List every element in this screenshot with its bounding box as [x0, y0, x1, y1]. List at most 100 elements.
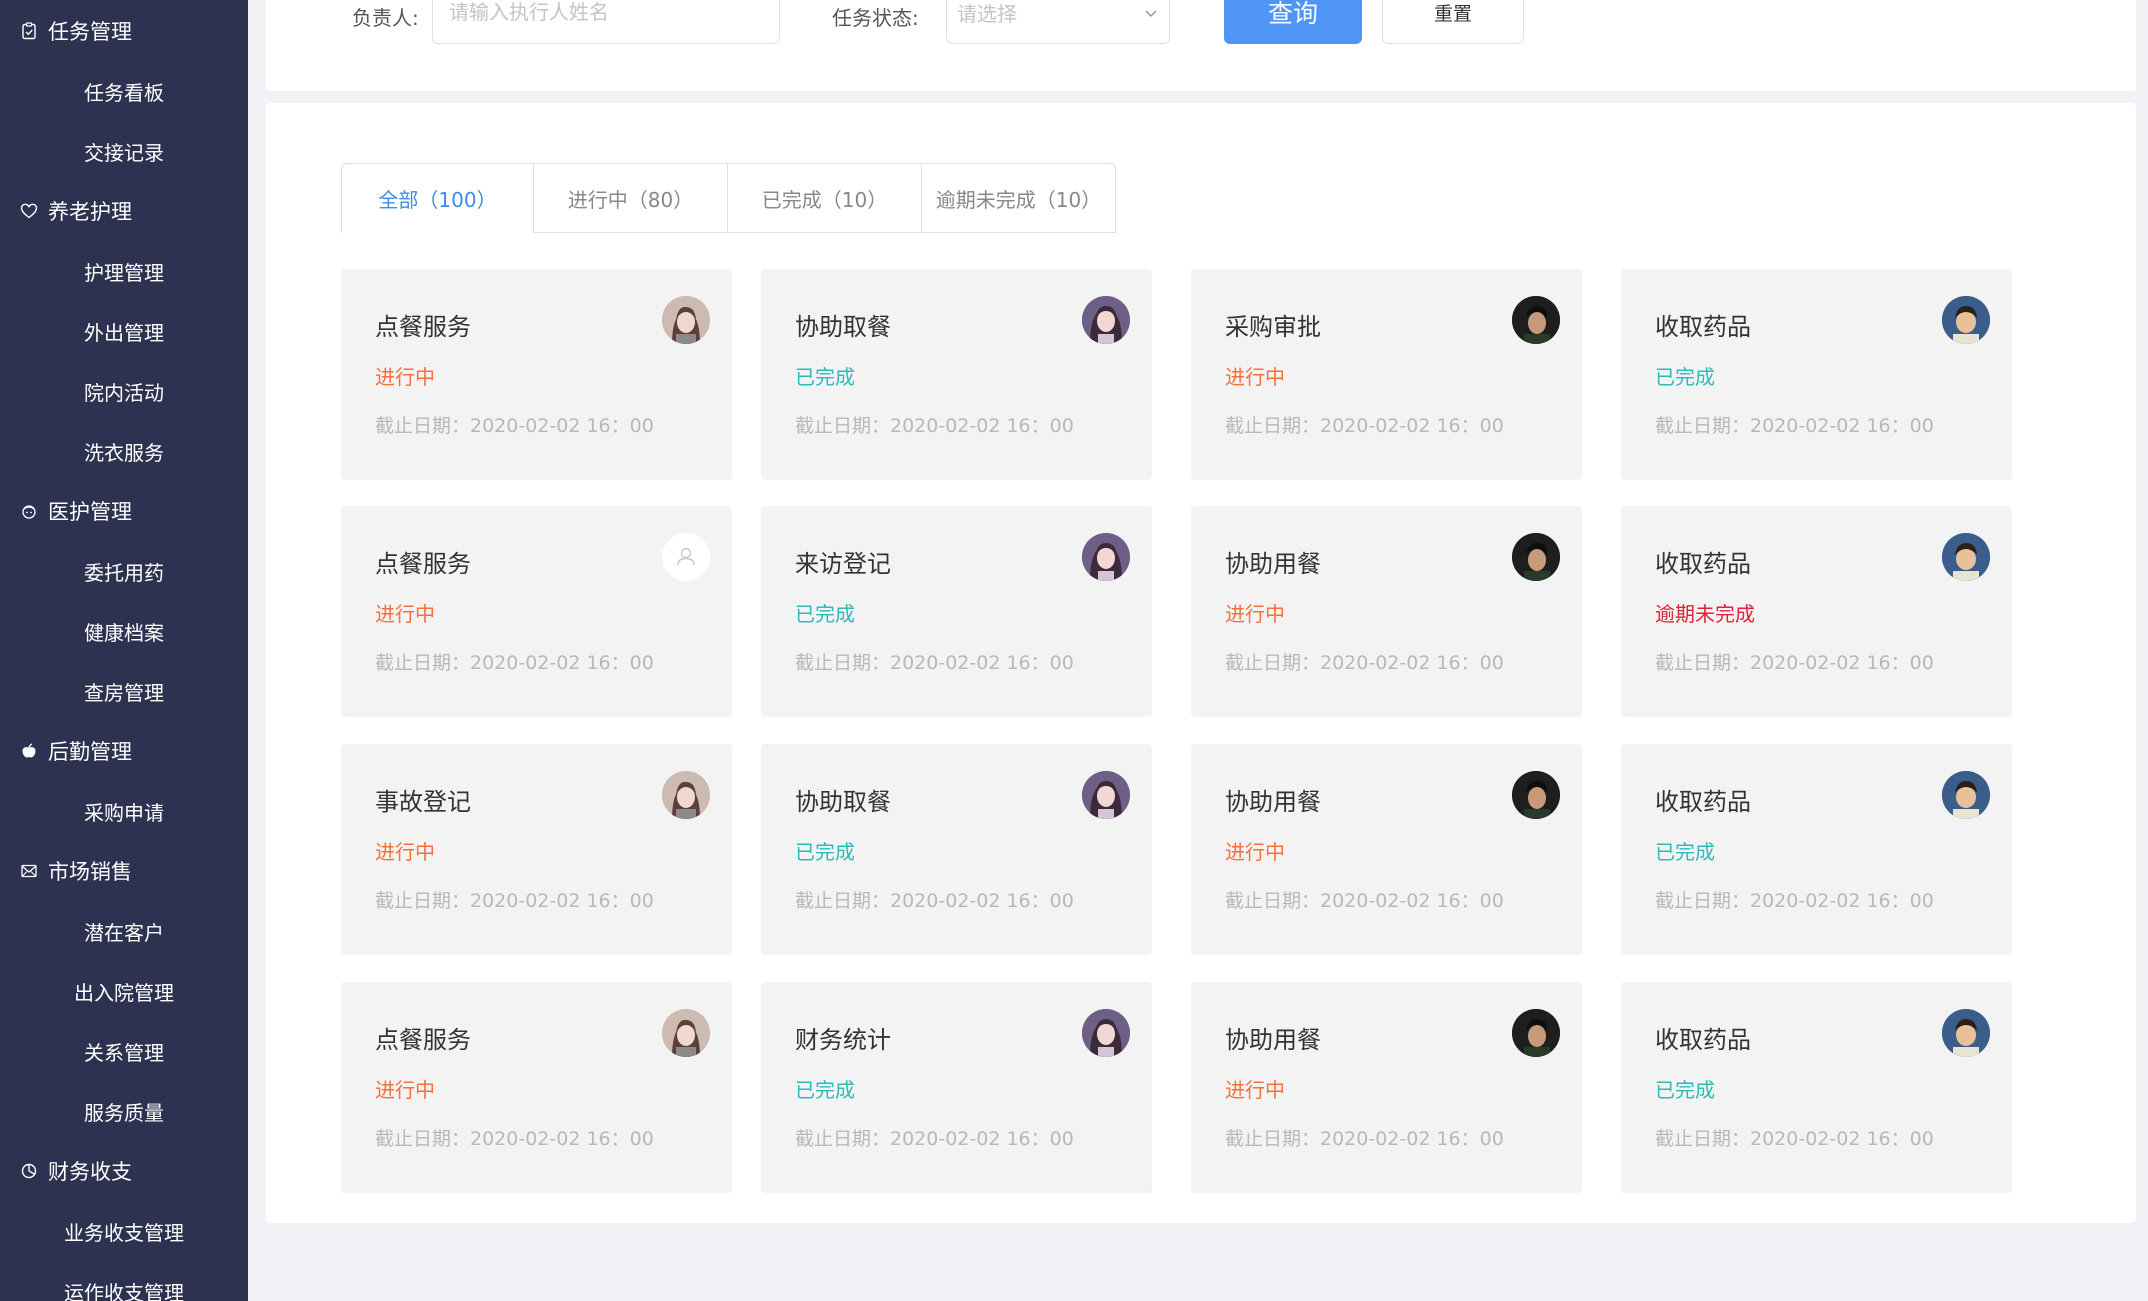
task-deadline: 截止日期：2020-02-02 16：00 — [1225, 890, 1504, 912]
task-card[interactable]: 点餐服务 进行中 截止日期：2020-02-02 16：00 — [341, 982, 732, 1193]
task-card[interactable]: 协助用餐进行中截止日期：2020-02-02 16：00 — [1191, 506, 1582, 717]
task-card[interactable]: 事故登记 进行中 截止日期：2020-02-02 16：00 — [341, 744, 732, 955]
mail-icon — [18, 860, 40, 882]
sidebar-item-entrusted-medication[interactable]: 委托用药 — [0, 548, 248, 594]
task-card[interactable]: 点餐服务 进行中 截止日期：2020-02-02 16：00 — [341, 506, 732, 717]
task-status: 进行中 — [375, 365, 435, 389]
sidebar: 任务管理 任务看板 交接记录 养老护理 护理管理 外出管理 院内活动 洗衣服务 … — [0, 0, 248, 1301]
assignee-avatar — [1942, 296, 1990, 344]
task-deadline: 截止日期：2020-02-02 16：00 — [375, 415, 654, 437]
task-deadline: 截止日期：2020-02-02 16：00 — [1225, 415, 1504, 437]
task-card[interactable]: 协助用餐 进行中 截止日期：2020-02-02 16：00 — [1191, 744, 1582, 955]
sidebar-item-outing-management[interactable]: 外出管理 — [0, 308, 248, 354]
nurse-icon — [18, 500, 40, 522]
task-title: 点餐服务 — [375, 550, 471, 578]
sidebar-item-operations-finance[interactable]: 运作收支管理 — [0, 1268, 248, 1301]
assignee-avatar — [662, 1009, 710, 1057]
task-card[interactable]: 来访登记 已完成 截止日期：2020-02-02 16：00 — [761, 506, 1152, 717]
status-tabs: 全部（100） 进行中（80） 已完成（10） 逾期未完成（10） — [341, 163, 1116, 233]
reset-button[interactable]: 重置 — [1382, 0, 1524, 44]
default-user-icon — [662, 533, 710, 581]
task-deadline: 截止日期：2020-02-02 16：00 — [375, 1128, 654, 1150]
sidebar-group-task-management[interactable]: 任务管理 — [0, 8, 248, 54]
assignee-avatar — [1942, 533, 1990, 581]
assignee-avatar — [1082, 533, 1130, 581]
tab-overdue[interactable]: 逾期未完成（10） — [921, 163, 1116, 233]
owner-label: 负责人: — [352, 6, 419, 30]
query-button[interactable]: 查询 — [1224, 0, 1362, 44]
sidebar-group-label: 市场销售 — [48, 860, 132, 884]
assignee-avatar — [1942, 771, 1990, 819]
task-deadline: 截止日期：2020-02-02 16：00 — [1655, 1128, 1934, 1150]
task-title: 协助用餐 — [1225, 788, 1321, 816]
task-status: 已完成 — [1655, 1078, 1715, 1102]
task-status-select[interactable]: 请选择 — [946, 0, 1170, 44]
assignee-avatar — [1512, 533, 1560, 581]
sidebar-item-admission-discharge[interactable]: 出入院管理 — [0, 968, 248, 1014]
task-deadline: 截止日期：2020-02-02 16：00 — [1225, 652, 1504, 674]
task-title: 协助取餐 — [795, 788, 891, 816]
tab-completed[interactable]: 已完成（10） — [727, 163, 922, 233]
task-title: 收取药品 — [1655, 550, 1751, 578]
sidebar-group-medical-management[interactable]: 医护管理 — [0, 488, 248, 534]
task-status-label: 任务状态: — [832, 6, 919, 30]
owner-search-input[interactable] — [432, 0, 780, 44]
assignee-avatar — [1082, 771, 1130, 819]
task-status: 已完成 — [795, 1078, 855, 1102]
sidebar-item-ward-rounds[interactable]: 查房管理 — [0, 668, 248, 714]
task-title: 收取药品 — [1655, 1026, 1751, 1054]
sidebar-group-finance[interactable]: 财务收支 — [0, 1148, 248, 1194]
sidebar-group-marketing-sales[interactable]: 市场销售 — [0, 848, 248, 894]
task-deadline: 截止日期：2020-02-02 16：00 — [375, 890, 654, 912]
task-card[interactable]: 点餐服务 进行中 截止日期：2020-02-02 16：00 — [341, 269, 732, 480]
task-card[interactable]: 财务统计 已完成 截止日期：2020-02-02 16：00 — [761, 982, 1152, 1193]
filter-panel: 负责人: 任务状态: 请选择 查询 重置 — [266, 0, 2136, 91]
task-status: 进行中 — [375, 840, 435, 864]
chevron-down-icon — [1145, 10, 1157, 18]
task-title: 协助用餐 — [1225, 550, 1321, 578]
task-status: 已完成 — [795, 602, 855, 626]
clipboard-check-icon — [18, 20, 40, 42]
task-title: 财务统计 — [795, 1026, 891, 1054]
task-deadline: 截止日期：2020-02-02 16：00 — [1655, 652, 1934, 674]
task-status: 进行中 — [1225, 602, 1285, 626]
tab-in-progress[interactable]: 进行中（80） — [533, 163, 728, 233]
sidebar-group-label: 养老护理 — [48, 200, 132, 224]
task-card[interactable]: 收取药品 逾期未完成 截止日期：2020-02-02 16：00 — [1621, 506, 2012, 717]
sidebar-item-handover-records[interactable]: 交接记录 — [0, 128, 248, 174]
task-deadline: 截止日期：2020-02-02 16：00 — [1655, 415, 1934, 437]
task-title: 点餐服务 — [375, 1026, 471, 1054]
task-card[interactable]: 协助取餐 已完成 截止日期：2020-02-02 16：00 — [761, 744, 1152, 955]
sidebar-item-potential-customers[interactable]: 潜在客户 — [0, 908, 248, 954]
assignee-avatar — [662, 296, 710, 344]
task-status: 已完成 — [1655, 365, 1715, 389]
sidebar-item-business-finance[interactable]: 业务收支管理 — [0, 1208, 248, 1254]
task-card[interactable]: 收取药品 已完成 截止日期：2020-02-02 16：00 — [1621, 744, 2012, 955]
sidebar-item-task-board[interactable]: 任务看板 — [0, 68, 248, 114]
task-deadline: 截止日期：2020-02-02 16：00 — [1655, 890, 1934, 912]
sidebar-item-laundry-service[interactable]: 洗衣服务 — [0, 428, 248, 474]
sidebar-group-elderly-care[interactable]: 养老护理 — [0, 188, 248, 234]
tab-all[interactable]: 全部（100） — [341, 163, 534, 233]
sidebar-item-care-management[interactable]: 护理管理 — [0, 248, 248, 294]
task-card[interactable]: 收取药品 已完成 截止日期：2020-02-02 16：00 — [1621, 269, 2012, 480]
assignee-avatar — [1942, 1009, 1990, 1057]
task-status: 已完成 — [1655, 840, 1715, 864]
task-card[interactable]: 采购审批 进行中 截止日期：2020-02-02 16：00 — [1191, 269, 1582, 480]
task-card[interactable]: 协助取餐 已完成 截止日期：2020-02-02 16：00 — [761, 269, 1152, 480]
sidebar-item-in-house-activities[interactable]: 院内活动 — [0, 368, 248, 414]
apple-icon — [18, 740, 40, 762]
sidebar-group-label: 财务收支 — [48, 1160, 132, 1184]
sidebar-item-purchase-request[interactable]: 采购申请 — [0, 788, 248, 834]
task-status-placeholder: 请选择 — [957, 1, 1017, 26]
sidebar-item-health-records[interactable]: 健康档案 — [0, 608, 248, 654]
task-deadline: 截止日期：2020-02-02 16：00 — [795, 652, 1074, 674]
assignee-avatar — [1512, 296, 1560, 344]
sidebar-item-service-quality[interactable]: 服务质量 — [0, 1088, 248, 1134]
task-card[interactable]: 协助用餐 进行中 截止日期：2020-02-02 16：00 — [1191, 982, 1582, 1193]
task-card[interactable]: 收取药品已完成截止日期：2020-02-02 16：00 — [1621, 982, 2012, 1193]
assignee-avatar — [1512, 771, 1560, 819]
task-status: 进行中 — [1225, 365, 1285, 389]
sidebar-group-logistics-management[interactable]: 后勤管理 — [0, 728, 248, 774]
sidebar-item-relationship-management[interactable]: 关系管理 — [0, 1028, 248, 1074]
